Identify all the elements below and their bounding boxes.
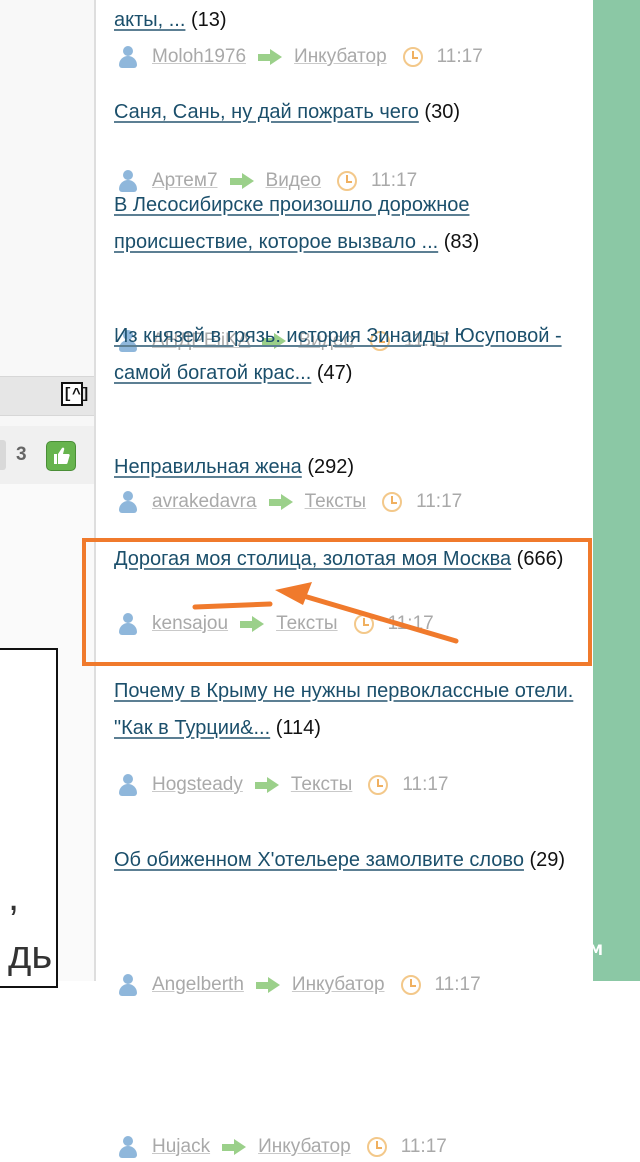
annotation-underline xyxy=(192,601,273,610)
annotation-arrowhead xyxy=(275,582,312,605)
author-link[interactable]: Hujack xyxy=(152,1136,210,1158)
annotation-arrow-line xyxy=(294,591,459,644)
post-time: 11:17 xyxy=(400,1136,447,1157)
clock-icon xyxy=(366,1137,387,1157)
site-watermark: YAPLAKAL.COM xyxy=(478,943,604,959)
arrow-right-icon xyxy=(222,1139,247,1155)
post-meta: Hujack Инкубатор 11:17 xyxy=(114,1132,584,1162)
annotation-arrow xyxy=(192,582,459,644)
user-icon xyxy=(118,1135,138,1159)
section-link[interactable]: Инкубатор xyxy=(258,1136,351,1158)
